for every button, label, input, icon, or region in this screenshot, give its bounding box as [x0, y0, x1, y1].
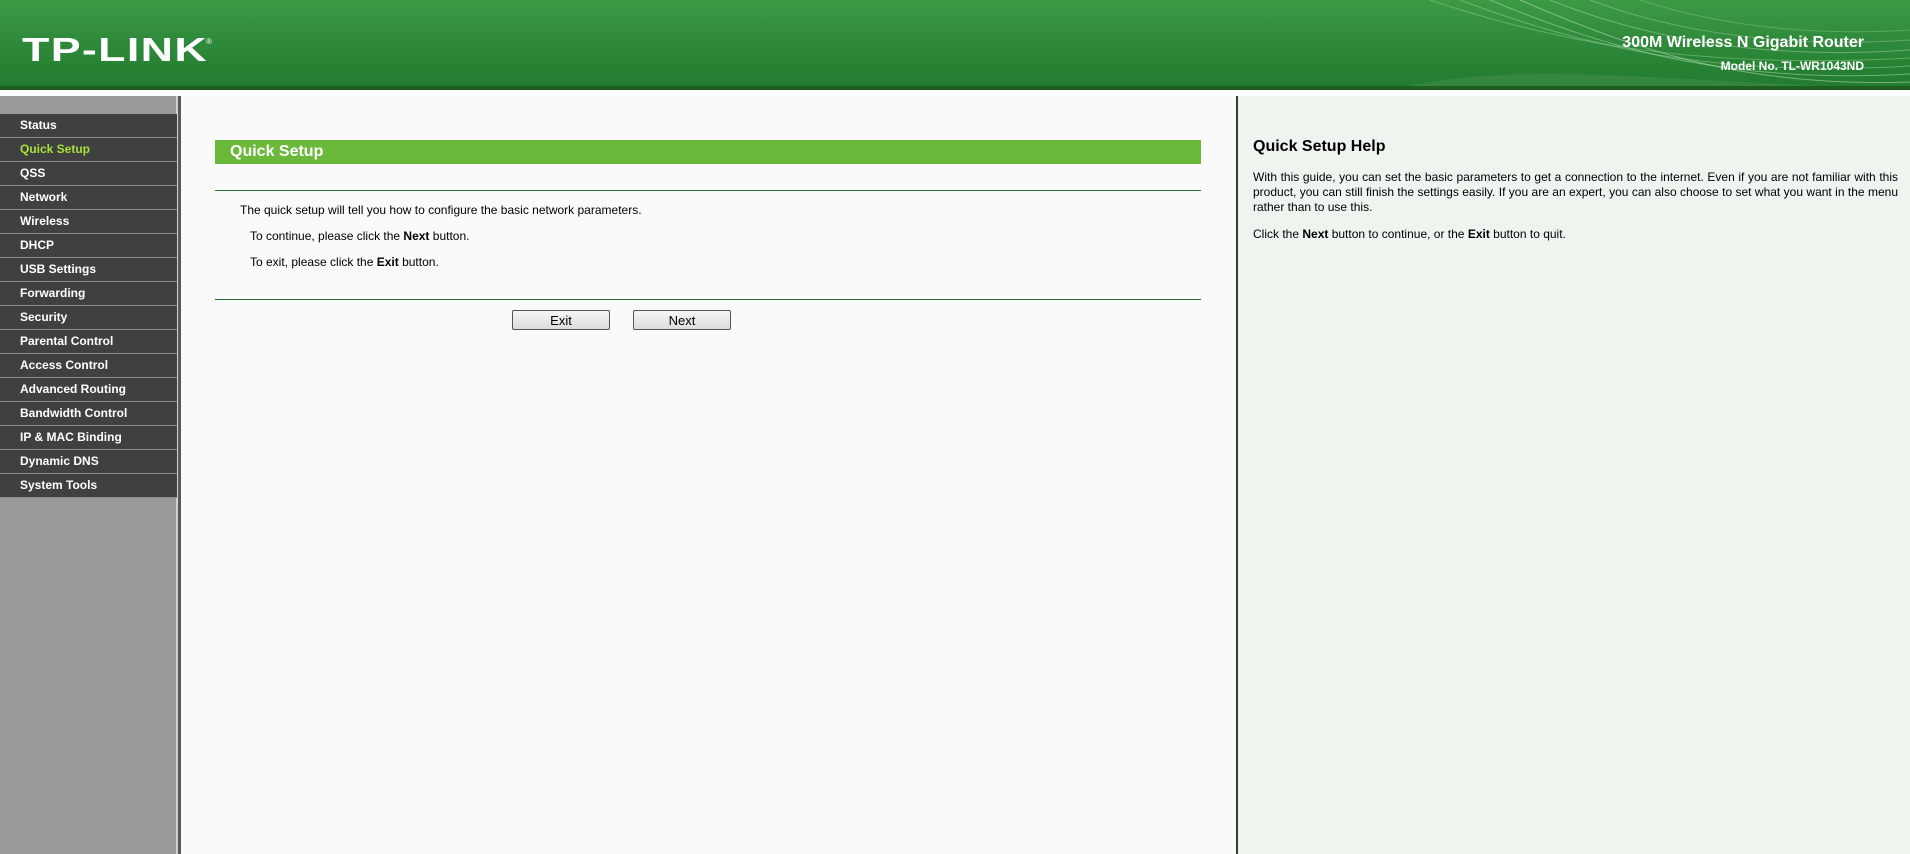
help-next-keyword: Next	[1302, 227, 1329, 241]
continue-next-keyword: Next	[403, 229, 430, 243]
sidebar-item-dhcp[interactable]: DHCP	[0, 234, 177, 258]
header-divider	[0, 86, 1910, 90]
help-instruction-suffix: button to quit.	[1489, 227, 1566, 241]
help-exit-keyword: Exit	[1467, 227, 1490, 241]
content-rule-bottom	[215, 299, 1201, 300]
exit-keyword: Exit	[376, 255, 399, 269]
sidebar-item-qss[interactable]: QSS	[0, 162, 177, 186]
content-rule-top	[215, 190, 1201, 191]
continue-suffix: button.	[429, 229, 470, 243]
intro-text: The quick setup will tell you how to con…	[240, 203, 642, 217]
sidebar-item-quick-setup[interactable]: Quick Setup	[0, 138, 177, 162]
sidebar-item-parental-control[interactable]: Parental Control	[0, 330, 177, 354]
tp-link-logo: TP-LINK ®	[22, 30, 214, 70]
continue-prefix: To continue, please click the	[250, 229, 404, 243]
help-instruction: Click the Next button to continue, or th…	[1253, 227, 1566, 241]
help-title: Quick Setup Help	[1253, 138, 1386, 155]
sidebar-item-status[interactable]: Status	[0, 114, 177, 138]
sidebar-item-dynamic-dns[interactable]: Dynamic DNS	[0, 450, 177, 474]
sidebar-nav: Status Quick Setup QSS Network Wireless …	[0, 114, 177, 498]
svg-text:TP-LINK: TP-LINK	[22, 31, 208, 68]
sidebar-item-bandwidth-control[interactable]: Bandwidth Control	[0, 402, 177, 426]
sidebar-item-usb-settings[interactable]: USB Settings	[0, 258, 177, 282]
help-panel: Quick Setup Help With this guide, you ca…	[1238, 96, 1910, 854]
page-title: Quick Setup	[215, 140, 1201, 164]
help-instruction-prefix: Click the	[1253, 227, 1303, 241]
help-paragraph: With this guide, you can set the basic p…	[1253, 170, 1898, 214]
exit-prefix: To exit, please click the	[250, 255, 377, 269]
sidebar-item-access-control[interactable]: Access Control	[0, 354, 177, 378]
sidebar-item-forwarding[interactable]: Forwarding	[0, 282, 177, 306]
main-content: Quick Setup The quick setup will tell yo…	[181, 96, 1236, 854]
model-number: Model No. TL-WR1043ND	[1720, 59, 1864, 73]
sidebar-item-system-tools[interactable]: System Tools	[0, 474, 177, 498]
exit-button[interactable]: Exit	[512, 310, 610, 330]
continue-instruction: To continue, please click the Next butto…	[250, 229, 469, 243]
help-instruction-middle: button to continue, or the	[1328, 227, 1468, 241]
exit-suffix: button.	[398, 255, 439, 269]
sidebar-item-network[interactable]: Network	[0, 186, 177, 210]
sidebar-item-ip-mac-binding[interactable]: IP & MAC Binding	[0, 426, 177, 450]
next-button[interactable]: Next	[633, 310, 731, 330]
svg-text:®: ®	[206, 37, 212, 46]
sidebar-item-wireless[interactable]: Wireless	[0, 210, 177, 234]
product-title: 300M Wireless N Gigabit Router	[1622, 34, 1864, 51]
sidebar-item-advanced-routing[interactable]: Advanced Routing	[0, 378, 177, 402]
sidebar-item-security[interactable]: Security	[0, 306, 177, 330]
exit-instruction: To exit, please click the Exit button.	[250, 255, 439, 269]
sidebar: Status Quick Setup QSS Network Wireless …	[0, 96, 178, 854]
header-banner: TP-LINK ® 300M Wireless N Gigabit Router…	[0, 0, 1910, 90]
